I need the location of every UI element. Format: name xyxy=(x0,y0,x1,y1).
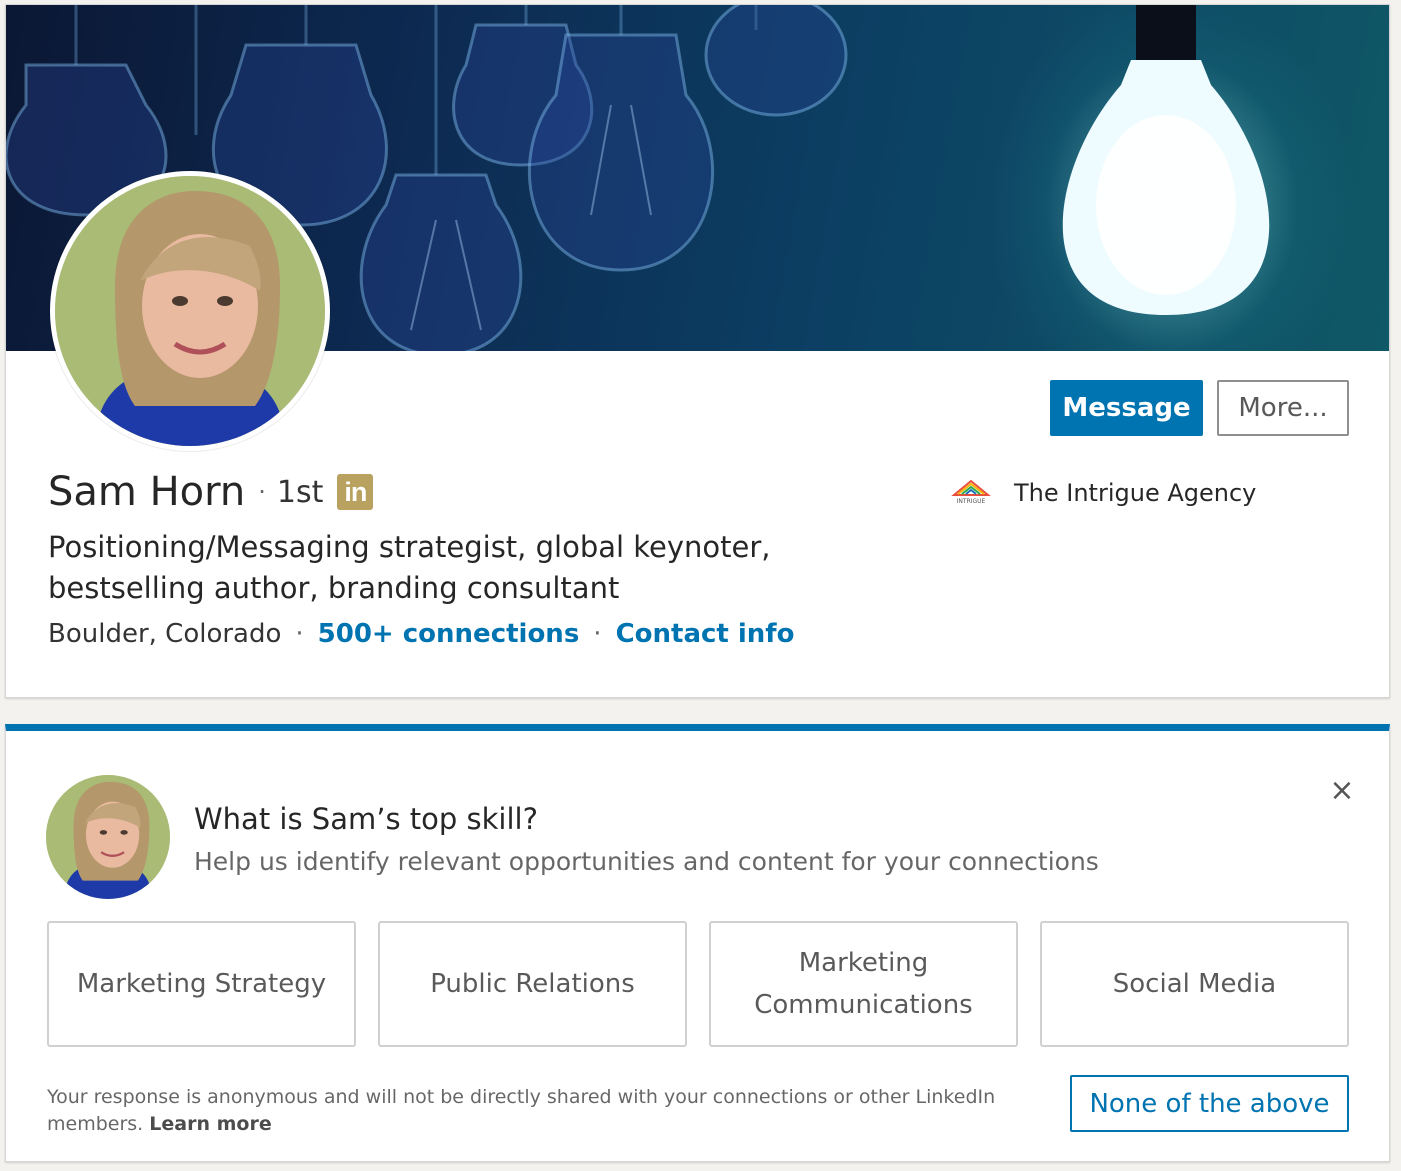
linkedin-icon: in xyxy=(337,474,374,510)
name-row: Sam Horn · 1st in xyxy=(48,469,374,515)
connections-link[interactable]: 500+ connections xyxy=(318,619,580,649)
company-logo-icon: INTRIGUE xyxy=(951,479,991,505)
skill-prompt-title: What is Sam’s top skill? xyxy=(194,802,538,836)
profile-name: Sam Horn xyxy=(48,469,246,515)
profile-card: Message More... Sam Horn · 1st in Positi… xyxy=(5,4,1390,698)
profile-photo[interactable] xyxy=(50,171,330,451)
current-company[interactable]: INTRIGUE The Intrigue Agency xyxy=(946,473,1256,513)
learn-more-link[interactable]: Learn more xyxy=(149,1113,271,1135)
profile-photo-small-image xyxy=(46,775,170,899)
separator-dot: · xyxy=(258,478,266,506)
profile-location: Boulder, Colorado xyxy=(48,619,282,649)
skill-option-social-media[interactable]: Social Media xyxy=(1040,921,1349,1047)
profile-photo-image xyxy=(55,176,325,446)
person-portrait-icon xyxy=(46,775,170,899)
svg-text:INTRIGUE: INTRIGUE xyxy=(957,498,986,505)
skill-option-public-relations[interactable]: Public Relations xyxy=(378,921,687,1047)
skill-option-marketing-strategy[interactable]: Marketing Strategy xyxy=(47,921,356,1047)
skill-prompt-subtitle: Help us identify relevant opportunities … xyxy=(194,847,1099,876)
anonymity-disclaimer: Your response is anonymous and will not … xyxy=(47,1084,1007,1138)
none-of-the-above-button[interactable]: None of the above xyxy=(1070,1075,1349,1132)
separator-dot: · xyxy=(295,619,304,649)
close-icon[interactable]: × xyxy=(1322,770,1362,810)
separator-dot: · xyxy=(593,619,602,649)
skill-option-marketing-communications[interactable]: Marketing Communications xyxy=(709,921,1018,1047)
contact-info-link[interactable]: Contact info xyxy=(616,619,795,649)
top-skill-card: What is Sam’s top skill? Help us identif… xyxy=(5,724,1390,1162)
connection-degree: 1st xyxy=(276,474,324,510)
profile-headline: Positioning/Messaging strategist, global… xyxy=(48,530,771,605)
message-button[interactable]: Message xyxy=(1050,380,1203,436)
more-actions-button[interactable]: More... xyxy=(1217,380,1349,436)
company-name: The Intrigue Agency xyxy=(1014,479,1257,507)
person-portrait-icon xyxy=(55,176,325,446)
profile-photo-small xyxy=(46,775,170,899)
profile-meta: Boulder, Colorado · 500+ connections · C… xyxy=(48,619,794,649)
